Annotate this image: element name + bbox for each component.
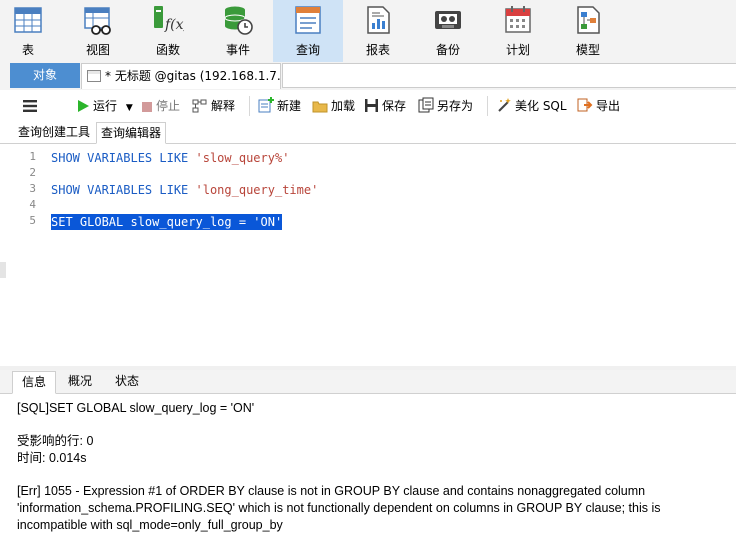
new-label: 新建 xyxy=(277,99,302,113)
stop-icon xyxy=(142,102,152,112)
ribbon-table-button[interactable]: 表 xyxy=(0,0,63,62)
report-icon xyxy=(367,6,390,34)
save-as-label: 另存为 xyxy=(437,99,474,113)
document-tab-strip: 对象 * 无标题 @gitas (192.168.1.7... xyxy=(0,62,736,90)
error-message-line: [Err] 1055 - Expression #1 of ORDER BY c… xyxy=(17,484,646,498)
ribbon-label: 报表 xyxy=(365,43,390,57)
line-number: 2 xyxy=(29,166,36,179)
line-number: 3 xyxy=(29,182,36,195)
model-icon xyxy=(577,6,600,34)
sql-editor[interactable]: 1 SHOW VARIABLES LIKE 'slow_query%' 2 3 … xyxy=(0,144,736,366)
save-button[interactable]: 保存 xyxy=(364,96,406,116)
stop-label: 停止 xyxy=(156,99,181,113)
run-button[interactable]: 运行 ▼ xyxy=(76,96,133,116)
new-query-icon xyxy=(258,97,274,113)
save-as-button[interactable]: 另存为 xyxy=(418,96,473,116)
explain-label: 解释 xyxy=(211,99,236,113)
folder-icon xyxy=(312,101,328,113)
ribbon-label: 视图 xyxy=(85,43,110,57)
sql-keywords: SET GLOBAL slow_query_log = xyxy=(51,215,254,229)
run-label: 运行 xyxy=(93,99,118,113)
selected-code-line[interactable]: SET GLOBAL slow_query_log = 'ON' xyxy=(51,214,283,230)
tab-info[interactable]: 信息 xyxy=(12,371,56,394)
load-label: 加载 xyxy=(331,99,356,113)
ribbon-label: 计划 xyxy=(505,43,530,57)
line-number: 1 xyxy=(29,150,36,163)
toolbar-separator xyxy=(249,96,250,116)
left-edge-marker xyxy=(0,262,6,278)
tab-strip-empty-area xyxy=(282,63,736,88)
tab-objects[interactable]: 对象 xyxy=(10,63,80,88)
ribbon-view-button[interactable]: 视图 xyxy=(63,0,133,62)
line-number: 4 xyxy=(29,198,36,211)
line-number: 5 xyxy=(29,214,36,227)
ribbon-schedule-button[interactable]: 计划 xyxy=(483,0,553,62)
explain-button[interactable]: 解释 xyxy=(192,96,235,116)
export-label: 导出 xyxy=(596,99,621,113)
save-label: 保存 xyxy=(382,99,407,113)
query-subtabs: 查询创建工具 查询编辑器 xyxy=(0,121,736,144)
explain-icon xyxy=(192,99,207,113)
code-line[interactable]: SHOW VARIABLES LIKE 'long_query_time' xyxy=(51,182,318,198)
backup-icon xyxy=(435,11,461,29)
affected-rows-message: 受影响的行: 0 xyxy=(17,434,94,448)
run-dropdown-arrow-icon[interactable]: ▼ xyxy=(126,103,133,113)
tab-query-editor[interactable]: 查询编辑器 xyxy=(96,122,167,144)
save-icon xyxy=(365,99,378,112)
view-icon xyxy=(84,7,111,35)
menu-button[interactable] xyxy=(22,96,41,116)
executed-sql-message: [SQL]SET GLOBAL slow_query_log = 'ON' xyxy=(17,401,255,415)
time-message: 时间: 0.014s xyxy=(17,451,87,465)
play-icon xyxy=(78,100,89,112)
export-button[interactable]: 导出 xyxy=(577,96,620,116)
ribbon-backup-button[interactable]: 备份 xyxy=(413,0,483,62)
ribbon-label: 函数 xyxy=(155,43,180,57)
load-button[interactable]: 加载 xyxy=(312,96,355,116)
ribbon-query-button[interactable]: 查询 xyxy=(273,0,343,62)
ribbon-function-button[interactable]: f(x) 函数 xyxy=(133,0,203,62)
ribbon-label: 备份 xyxy=(435,43,460,57)
ribbon-label: 模型 xyxy=(575,43,600,57)
tab-untitled-query[interactable]: * 无标题 @gitas (192.168.1.7... xyxy=(81,63,281,89)
export-icon xyxy=(577,98,593,112)
ribbon-model-button[interactable]: 模型 xyxy=(553,0,623,62)
query-icon xyxy=(295,6,321,34)
query-toolbar: 运行 ▼ 停止 解释 新建 加载 保存 另存为 美化 SQL 导出 xyxy=(0,90,736,121)
tab-query-label: * 无标题 @gitas (192.168.1.7... xyxy=(105,69,281,83)
beautify-sql-button[interactable]: 美化 SQL xyxy=(496,96,567,116)
sql-string: 'slow_query%' xyxy=(195,151,290,165)
table-icon xyxy=(14,7,42,33)
code-line[interactable]: SHOW VARIABLES LIKE 'slow_query%' xyxy=(51,150,289,166)
error-message-line: incompatible with sql_mode=only_full_gro… xyxy=(17,518,283,532)
sql-string: 'ON' xyxy=(253,215,283,229)
tab-query-builder[interactable]: 查询创建工具 xyxy=(14,122,94,142)
result-tabs: 信息 概况 状态 xyxy=(0,370,736,394)
sql-string: 'long_query_time' xyxy=(195,183,319,197)
message-panel: [SQL]SET GLOBAL slow_query_log = 'ON' 受影… xyxy=(17,400,727,534)
query-tab-icon xyxy=(87,70,101,82)
event-icon xyxy=(224,6,253,35)
beautify-sql-label: 美化 SQL xyxy=(515,99,567,113)
sql-keywords: SHOW VARIABLES LIKE xyxy=(51,151,196,165)
ribbon-label: 表 xyxy=(21,43,34,57)
ribbon-report-button[interactable]: 报表 xyxy=(343,0,413,62)
ribbon-event-button[interactable]: 事件 xyxy=(203,0,273,62)
save-as-icon xyxy=(418,97,434,113)
ribbon-label: 事件 xyxy=(225,43,250,57)
ribbon-label: 查询 xyxy=(295,43,320,57)
toolbar-separator xyxy=(487,96,488,116)
tab-profile[interactable]: 概况 xyxy=(60,371,100,392)
tab-status[interactable]: 状态 xyxy=(106,371,148,392)
schedule-icon xyxy=(505,6,531,33)
function-icon: f(x) xyxy=(154,6,184,33)
new-button[interactable]: 新建 xyxy=(258,96,301,116)
stop-button[interactable]: 停止 xyxy=(141,96,180,116)
error-message-line: 'information_schema.PROFILING.SEQ' which… xyxy=(17,501,661,515)
main-ribbon: 表 视图 f(x) 函数 事件 查询 报表 备份 计划 模型 xyxy=(0,0,736,63)
svg-text:f(x): f(x) xyxy=(164,17,184,33)
hamburger-menu-icon xyxy=(23,100,37,112)
magic-wand-icon xyxy=(498,98,511,112)
sql-keywords: SHOW VARIABLES LIKE xyxy=(51,183,196,197)
